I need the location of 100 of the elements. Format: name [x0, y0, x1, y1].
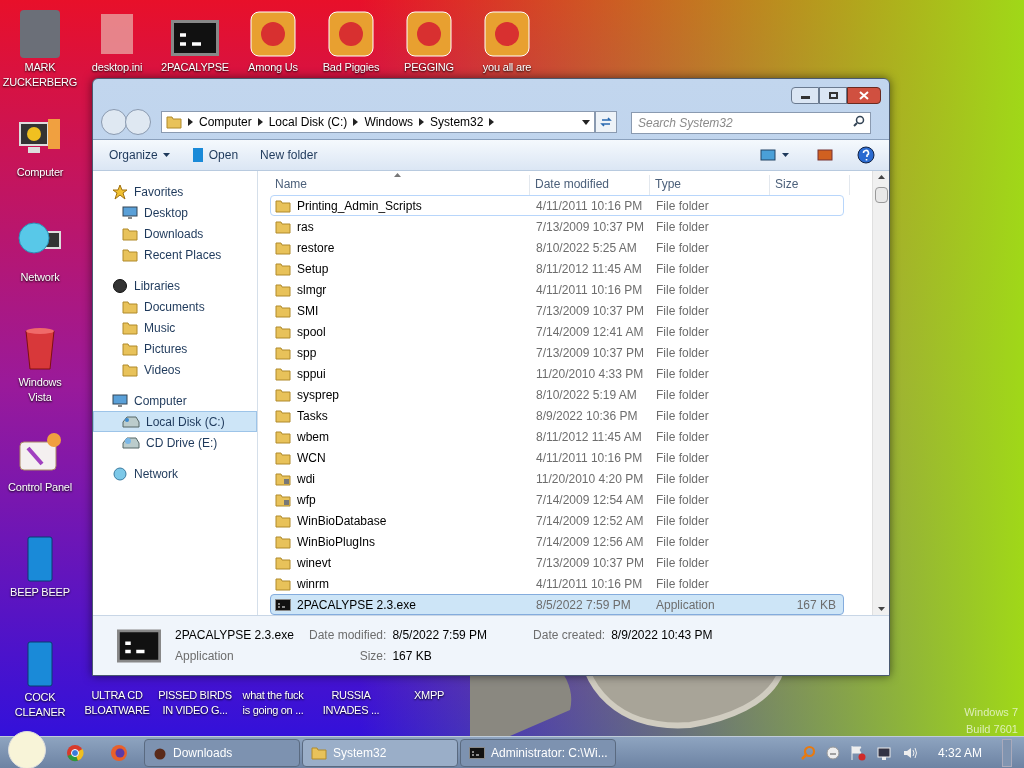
file-row[interactable]: slmgr 4/11/2011 10:16 PM File folder — [270, 279, 844, 300]
column-header[interactable]: Size — [770, 175, 850, 195]
type-cell-text: File folder — [655, 407, 710, 425]
file-row[interactable]: SMI 7/13/2009 10:37 PM File folder — [270, 300, 844, 321]
forward-button[interactable] — [125, 109, 151, 135]
nav-item[interactable]: Network — [93, 463, 257, 484]
terminal-icon — [275, 598, 291, 611]
desktop-icon-label[interactable]: Network — [20, 270, 60, 285]
file-row[interactable]: wbem 8/11/2012 11:45 AM File folder — [270, 426, 844, 447]
file-row[interactable]: Printing_Admin_Scripts 4/11/2011 10:16 PM File folder — [270, 195, 844, 216]
library-icon — [112, 277, 128, 294]
locked-folder-icon — [275, 492, 291, 507]
address-bar[interactable]: Computer Local Disk (C:) Windows System32 — [161, 111, 595, 133]
breadcrumb-item[interactable]: Local Disk (C:) — [268, 113, 348, 131]
file-row[interactable]: WCN 4/11/2011 10:16 PM File folder — [270, 447, 844, 468]
desktop-icon-label[interactable]: Bad Piggies — [322, 60, 380, 75]
file-row[interactable]: wfp 7/14/2009 12:54 AM File folder — [270, 489, 844, 510]
desktop-icon-label[interactable]: Among Us — [248, 60, 298, 75]
nav-item[interactable]: Videos — [93, 359, 257, 380]
desktop-icon-label[interactable]: Control Panel — [7, 480, 73, 495]
folder-icon — [275, 429, 291, 444]
date-cell-text: 7/14/2009 12:54 AM — [535, 491, 645, 509]
nav-item[interactable]: Pictures — [93, 338, 257, 359]
file-row[interactable]: 2PACALYPSE 2.3.exe 8/5/2022 7:59 PM Application 167 KB — [270, 594, 844, 615]
file-row[interactable]: wdi 11/20/2010 4:20 PM File folder — [270, 468, 844, 489]
nav-item[interactable]: Local Disk (C:) — [93, 411, 257, 432]
nav-item[interactable]: Desktop — [93, 202, 257, 223]
view-button[interactable] — [760, 149, 789, 161]
column-header[interactable]: Name — [270, 175, 530, 195]
chrome-icon[interactable] — [66, 743, 84, 762]
file-row[interactable]: winrm 4/11/2011 10:16 PM File folder — [270, 573, 844, 594]
nav-item[interactable]: Documents — [93, 296, 257, 317]
maximize-button[interactable] — [819, 87, 847, 104]
desktop-icon-label[interactable]: Windows Vista — [18, 375, 62, 405]
network-icon[interactable] — [875, 744, 892, 761]
type-cell-text: File folder — [655, 239, 710, 257]
breadcrumb-item[interactable]: Windows — [364, 113, 414, 131]
nav-item[interactable]: Recent Places — [93, 244, 257, 265]
search-field[interactable]: Search System32 — [631, 112, 871, 134]
file-row[interactable]: sppui 11/20/2010 4:33 PM File folder — [270, 363, 844, 384]
search-icon — [853, 115, 865, 127]
scroll-thumb[interactable] — [874, 187, 888, 203]
help-button[interactable] — [857, 146, 875, 164]
desktop-icon-label[interactable]: RUSSIA INVADES ... — [313, 688, 389, 718]
desktop-icon-label[interactable]: MARK ZUCKERBERG — [2, 60, 78, 90]
file-row[interactable]: spp 7/13/2009 10:37 PM File folder — [270, 342, 844, 363]
desktop-icon-label[interactable]: what the fuck is going on ... — [235, 688, 311, 718]
nav-item[interactable]: Music — [93, 317, 257, 338]
desktop-icon-label[interactable]: desktop.ini — [91, 60, 143, 75]
file-row[interactable]: WinBioPlugIns 7/14/2009 12:56 AM File folder — [270, 531, 844, 552]
file-name: WinBioDatabase — [297, 512, 387, 530]
desktop-icon-label[interactable]: ULTRA CD BLOATWARE — [79, 688, 155, 718]
firefox-icon[interactable] — [110, 743, 128, 762]
breadcrumb-item[interactable]: System32 — [430, 113, 484, 131]
breadcrumb-item[interactable]: Computer — [199, 113, 252, 131]
desktop-icon-label[interactable]: you all are — [482, 60, 532, 75]
toolbar-button[interactable]: Open — [185, 143, 245, 167]
desktop-icon-label[interactable]: XMPP — [391, 688, 467, 703]
nav-item[interactable]: Favorites — [93, 181, 257, 202]
toolbar-button[interactable]: Organize — [103, 143, 176, 167]
file-name: sysprep — [297, 386, 340, 404]
desktop-icon-label[interactable]: BEEP BEEP — [10, 585, 70, 600]
type-cell-text: File folder — [655, 512, 710, 530]
nav-item[interactable]: Computer — [93, 390, 257, 411]
file-row[interactable]: spool 7/14/2009 12:41 AM File folder — [270, 321, 844, 342]
details-label: Date created: — [533, 627, 606, 644]
nav-item[interactable]: Downloads — [93, 223, 257, 244]
desktop-icon-label[interactable]: 2PACALYPSE — [161, 60, 229, 75]
file-name: spp — [297, 344, 317, 362]
desktop-icon-label[interactable]: COCK CLEANER — [14, 690, 66, 720]
toolbar-button[interactable]: New folder — [254, 143, 324, 167]
chevron-icon — [419, 118, 425, 126]
refresh-button[interactable] — [595, 111, 617, 133]
preview-pane-button[interactable] — [817, 149, 833, 161]
nav-item[interactable]: Libraries — [93, 275, 257, 296]
file-row[interactable]: ras 7/13/2009 10:37 PM File folder — [270, 216, 844, 237]
file-row[interactable]: restore 8/10/2022 5:25 AM File folder — [270, 237, 844, 258]
desktop-icon-label[interactable]: Computer — [16, 165, 64, 180]
nav-item[interactable]: CD Drive (E:) — [93, 432, 257, 453]
file-row[interactable]: Tasks 8/9/2022 10:36 PM File folder — [270, 405, 844, 426]
desktop-icon-label[interactable]: PEGGING — [404, 60, 454, 75]
minimize-button[interactable] — [791, 87, 819, 104]
file-name: wbem — [297, 428, 329, 446]
column-header[interactable]: Date modified — [530, 175, 650, 195]
folder-icon — [122, 362, 138, 377]
file-row[interactable]: WinBioDatabase 7/14/2009 12:52 AM File folder — [270, 510, 844, 531]
file-row[interactable]: sysprep 8/10/2022 5:19 AM File folder — [270, 384, 844, 405]
column-header[interactable]: Type — [650, 175, 770, 195]
close-button[interactable] — [847, 87, 881, 104]
start-button[interactable] — [8, 730, 46, 768]
face-icon[interactable] — [825, 745, 840, 760]
pane-icon — [817, 149, 833, 161]
file-row[interactable]: Setup 8/11/2012 11:45 AM File folder — [270, 258, 844, 279]
details-value: 8/5/2022 7:59 PM — [392, 627, 488, 644]
file-row[interactable]: winevt 7/13/2009 10:37 PM File folder — [270, 552, 844, 573]
back-button[interactable] — [101, 109, 127, 135]
flag-warning-icon[interactable] — [849, 744, 866, 761]
desktop-icon-label[interactable]: PISSED BIRDS IN VIDEO G... — [157, 688, 233, 718]
file-name: wdi — [297, 470, 315, 488]
folder-icon — [122, 320, 138, 335]
